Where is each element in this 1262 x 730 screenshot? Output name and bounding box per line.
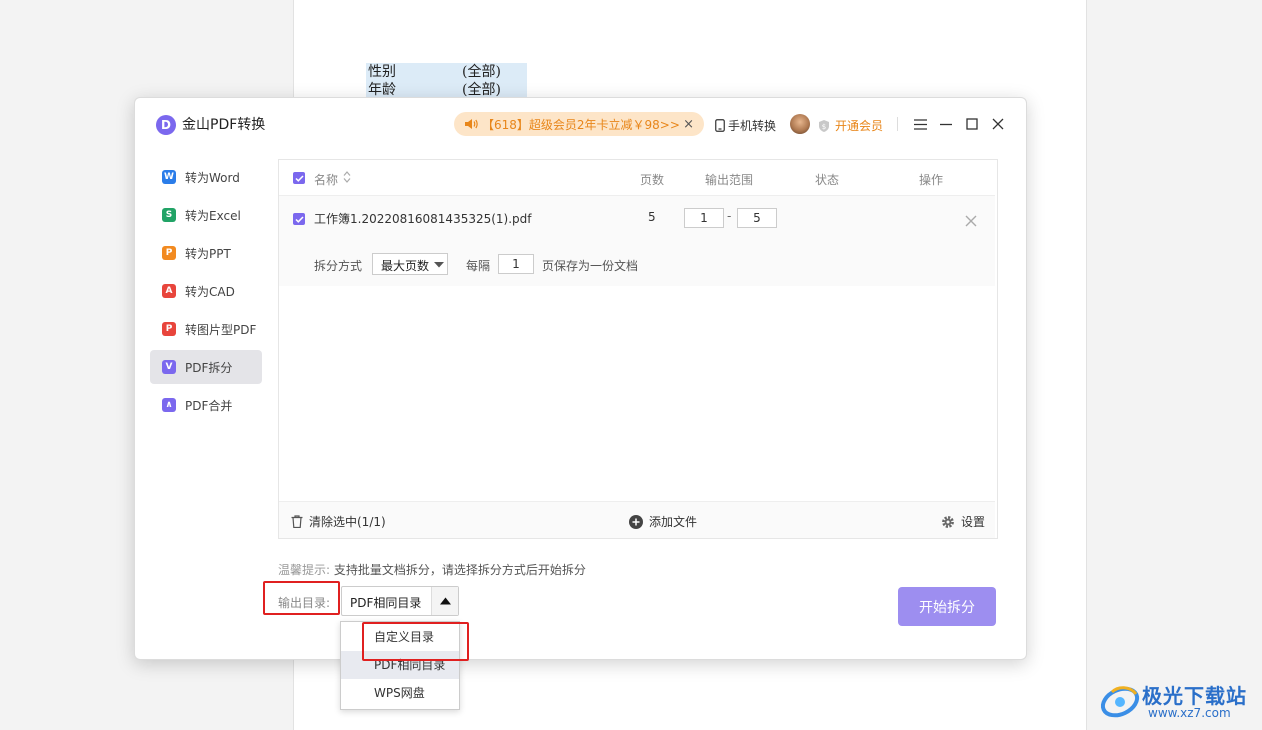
add-file-label: 添加文件 [649, 515, 698, 529]
column-header-range: 输出范围 [705, 173, 754, 187]
sidebar-item-label: 转为Word [185, 170, 240, 185]
phone-convert-label: 手机转换 [728, 119, 777, 133]
maximize-icon[interactable] [963, 114, 981, 134]
table-row: 工作簿1.20220816081435325(1).pdf 5 1 - 5 拆分… [279, 196, 995, 286]
svg-text:$: $ [822, 123, 826, 131]
settings-label: 设置 [961, 515, 986, 529]
add-file-button[interactable]: 添加文件 [629, 513, 697, 530]
trash-icon [291, 515, 303, 528]
word-icon: W [162, 170, 176, 184]
promo-text: 【618】超级会员2年卡立减￥98>> [482, 117, 680, 132]
dropdown-option-wps-cloud[interactable]: WPS网盘 [341, 679, 459, 707]
speaker-icon [464, 118, 478, 130]
file-page-count: 5 [648, 210, 656, 224]
range-to-input[interactable]: 5 [737, 208, 777, 228]
image-pdf-icon: P [162, 322, 176, 336]
sidebar-item-label: 转图片型PDF [185, 322, 257, 337]
pivot-filter-row: 性别 (全部) [366, 63, 527, 81]
menu-icon[interactable] [911, 114, 929, 134]
split-mode-select[interactable]: 最大页数 [372, 253, 448, 275]
tip-label: 温馨提示: [278, 563, 331, 577]
sidebar-item-excel[interactable]: S 转为Excel [150, 198, 262, 232]
clear-selected-button[interactable]: 清除选中(1/1) [291, 513, 386, 530]
sidebar-item-label: 转为Excel [185, 208, 241, 223]
sidebar-item-label: 转为PPT [185, 246, 231, 261]
settings-button[interactable]: 设置 [941, 513, 985, 530]
open-vip-label: 开通会员 [835, 119, 884, 133]
sidebar-item-label: PDF拆分 [185, 360, 233, 375]
sidebar-item-pdf-merge[interactable]: ∧ PDF合并 [150, 388, 262, 422]
app-title: 金山PDF转换 [182, 117, 266, 133]
close-icon[interactable] [989, 114, 1007, 134]
promo-close-icon[interactable]: × [683, 117, 694, 132]
sidebar-item-image-pdf[interactable]: P 转图片型PDF [150, 312, 262, 346]
remove-file-icon[interactable] [965, 212, 977, 231]
range-separator: - [727, 209, 732, 223]
add-icon [629, 514, 643, 529]
every-label: 每隔 [466, 259, 491, 273]
tip-text: 温馨提示: 支持批量文档拆分，请选择拆分方式后开始拆分 [278, 561, 586, 578]
split-icon: V [162, 360, 176, 374]
watermark-brand: 极光下载站 [1142, 684, 1247, 708]
caret-up-icon[interactable] [431, 587, 458, 615]
clear-selected-label: 清除选中(1/1) [309, 515, 386, 529]
column-header-pages: 页数 [640, 173, 665, 187]
split-mode-value: 最大页数 [381, 259, 430, 273]
pivot-filter-table: 性别 (全部) 年龄 (全部) [366, 63, 527, 99]
split-mode-label: 拆分方式 [314, 259, 363, 273]
range-from-input[interactable]: 1 [684, 208, 724, 228]
sidebar-item-label: PDF合并 [185, 398, 233, 413]
watermark-logo-icon [1100, 686, 1140, 718]
open-vip-button[interactable]: $ 开通会员 [817, 117, 883, 134]
caret-down-icon [434, 258, 444, 272]
phone-convert-button[interactable]: 手机转换 [715, 117, 776, 134]
gear-icon [942, 515, 954, 528]
output-dir-value: PDF相同目录 [350, 596, 422, 610]
every-pages-input[interactable]: 1 [498, 254, 534, 274]
sidebar-item-ppt[interactable]: P 转为PPT [150, 236, 262, 270]
app-logo: D [156, 115, 176, 135]
promo-banner[interactable]: 【618】超级会员2年卡立减￥98>> × [454, 112, 704, 136]
user-avatar[interactable] [790, 114, 810, 134]
column-header-action: 操作 [919, 173, 944, 187]
cad-icon: A [162, 284, 176, 298]
sidebar-item-cad[interactable]: A 转为CAD [150, 274, 262, 308]
header-divider [897, 117, 898, 131]
sidebar-item-pdf-split[interactable]: V PDF拆分 [150, 350, 262, 384]
pdf-convert-dialog: D 金山PDF转换 【618】超级会员2年卡立减￥98>> × 手机转换 $ 开… [134, 97, 1027, 660]
table-header: 名称 页数 输出范围 状态 操作 [279, 160, 995, 196]
file-checkbox[interactable] [293, 213, 305, 225]
sidebar-item-word[interactable]: W 转为Word [150, 160, 262, 194]
site-watermark: 极光下载站 www.xz7.com [1098, 678, 1258, 724]
watermark-url: www.xz7.com [1148, 706, 1231, 720]
ppt-icon: P [162, 246, 176, 260]
panel-footer: 清除选中(1/1) 添加文件 设置 [279, 501, 995, 538]
sort-icon[interactable] [343, 170, 351, 187]
column-header-name: 名称 [314, 173, 339, 187]
output-dir-select[interactable]: PDF相同目录 [341, 586, 459, 616]
pivot-field: 性别 [368, 64, 396, 80]
pivot-value: (全部) [462, 64, 501, 80]
vip-badge-icon: $ [819, 119, 829, 132]
file-list-panel: 名称 页数 输出范围 状态 操作 工作簿1.20220816081435325(… [278, 159, 998, 539]
tip-message: 支持批量文档拆分，请选择拆分方式后开始拆分 [333, 563, 586, 577]
minimize-icon[interactable] [937, 114, 955, 134]
split-suffix-text: 页保存为一份文档 [542, 259, 639, 273]
excel-icon: S [162, 208, 176, 222]
merge-icon: ∧ [162, 398, 176, 412]
select-all-checkbox[interactable] [293, 172, 305, 184]
annotation-highlight-label [263, 581, 340, 615]
phone-icon [715, 119, 725, 132]
column-header-status: 状态 [815, 173, 840, 187]
annotation-highlight-option [362, 622, 469, 661]
file-name: 工作簿1.20220816081435325(1).pdf [314, 212, 532, 226]
start-split-button[interactable]: 开始拆分 [898, 587, 996, 626]
sidebar-item-label: 转为CAD [185, 284, 235, 299]
